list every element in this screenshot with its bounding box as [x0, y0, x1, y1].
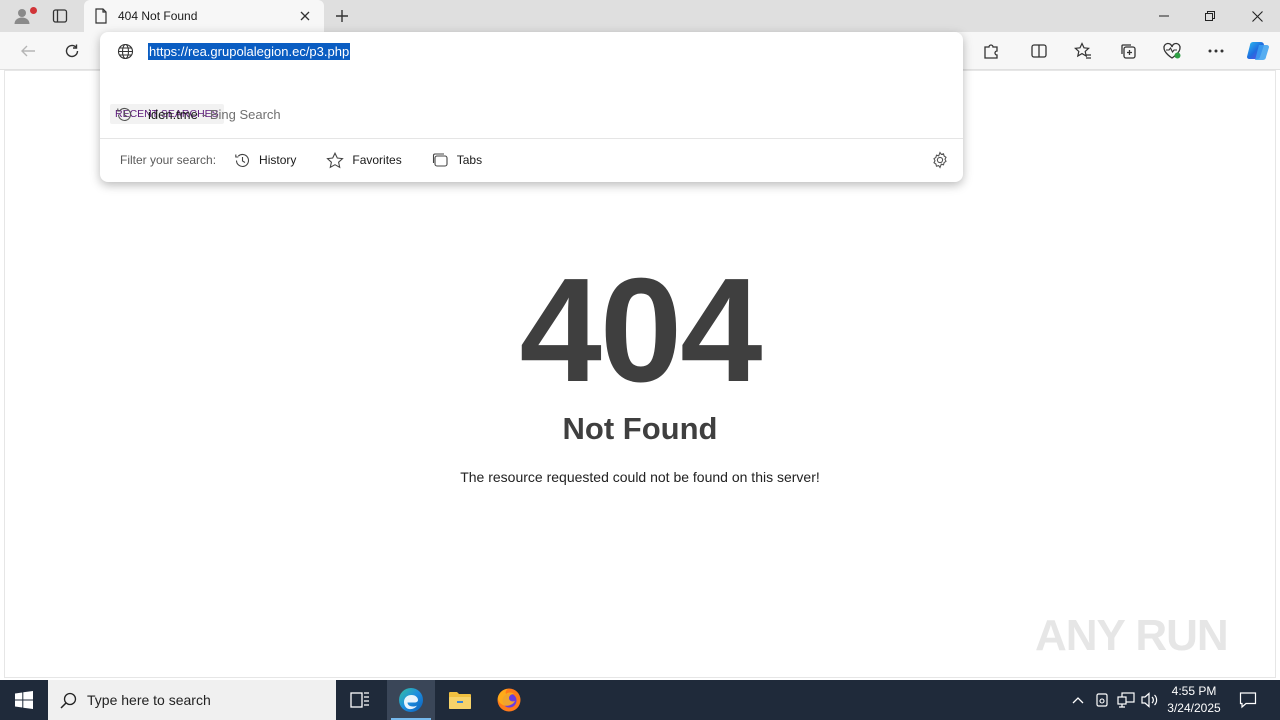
new-tab-button[interactable] [330, 4, 354, 28]
meet-now-tray-button[interactable] [1092, 690, 1112, 710]
search-icon [60, 692, 77, 709]
close-window-icon [1251, 10, 1263, 22]
start-button[interactable] [0, 680, 48, 720]
globe-icon [117, 43, 134, 59]
url-text[interactable]: https://rea.grupolalegion.ec/p3.php [148, 42, 351, 60]
tab-404-not-found[interactable]: 404 Not Found [84, 0, 324, 32]
heartbeat-icon [1163, 42, 1181, 59]
error-heading: Not Found [562, 411, 718, 446]
network-tray-button[interactable] [1116, 690, 1136, 710]
restore-icon [1205, 11, 1215, 21]
windows-logo-icon [15, 691, 33, 709]
device-icon [1096, 693, 1108, 707]
task-view-icon [350, 692, 369, 708]
title-bar: 404 Not Found [0, 0, 1280, 32]
browser-essentials-button[interactable] [1157, 37, 1187, 65]
filter-favorites-label: Favorites [352, 153, 402, 167]
gear-icon [933, 151, 947, 169]
firefox-button[interactable] [485, 680, 533, 720]
extensions-button[interactable] [976, 37, 1006, 65]
firefox-icon [497, 688, 521, 712]
refresh-icon [65, 44, 79, 58]
star-icon [326, 151, 345, 168]
favorites-star-icon [1074, 42, 1091, 59]
network-icon [1117, 692, 1135, 708]
taskbar-search-placeholder: Type here to search [87, 692, 211, 708]
restore-button[interactable] [1187, 0, 1233, 32]
filter-label: Filter your search: [120, 153, 217, 167]
recent-search-source: - Bing Search [201, 106, 281, 122]
filter-favorites-button[interactable]: Favorites [326, 151, 402, 169]
clock-date: 3/24/2025 [1167, 701, 1221, 715]
collections-icon [1121, 44, 1136, 59]
clock-time: 4:55 PM [1171, 684, 1217, 698]
history-icon [235, 153, 250, 167]
copilot-icon [1247, 42, 1269, 60]
filter-row: Filter your search: History Favorites Ta… [100, 139, 963, 181]
refresh-button[interactable] [57, 37, 87, 65]
folder-icon [449, 692, 471, 709]
taskbar: Type here to search 4:55 PM 3/24/2025 [0, 680, 1280, 720]
close-icon [300, 11, 310, 21]
error-code: 404 [519, 248, 763, 413]
recent-search-item[interactable]: iden.tme - Bing Search [100, 102, 963, 126]
minimize-button[interactable] [1141, 0, 1187, 32]
copilot-button[interactable] [1243, 37, 1273, 65]
settings-more-button[interactable] [1201, 37, 1231, 65]
favorites-button[interactable] [1068, 37, 1098, 65]
filter-history-label: History [259, 153, 297, 167]
search-settings-button[interactable] [931, 151, 949, 169]
profile-icon [14, 9, 30, 24]
edge-icon [399, 688, 423, 712]
close-tab-button[interactable] [296, 7, 314, 25]
notification-icon [1239, 692, 1257, 709]
puzzle-icon [984, 44, 998, 59]
system-clock[interactable]: 4:55 PM 3/24/2025 [1164, 683, 1224, 717]
profile-button[interactable] [8, 4, 37, 28]
speaker-icon [1141, 692, 1158, 708]
volume-tray-button[interactable] [1140, 690, 1160, 710]
address-dropdown: https://rea.grupolalegion.ec/p3.php RECE… [100, 32, 963, 182]
split-screen-button[interactable] [1024, 37, 1054, 65]
profile-alert-dot [30, 7, 37, 14]
tabs-icon [432, 152, 448, 167]
back-arrow-icon [21, 45, 35, 57]
watermark-logo: ANY RUN [1035, 611, 1229, 660]
filter-tabs-button[interactable]: Tabs [432, 152, 482, 169]
file-explorer-button[interactable] [436, 680, 484, 720]
chevron-up-icon [1072, 697, 1084, 704]
taskbar-search[interactable]: Type here to search [48, 680, 336, 720]
address-bar[interactable]: https://rea.grupolalegion.ec/p3.php [100, 32, 963, 70]
plus-icon [336, 10, 348, 22]
filter-history-button[interactable]: History [234, 152, 296, 169]
recent-search-text: iden.tme [148, 106, 198, 122]
close-window-button[interactable] [1234, 0, 1280, 32]
tab-actions-icon [52, 9, 68, 23]
notifications-button[interactable] [1236, 688, 1260, 712]
tab-actions-button[interactable] [46, 4, 74, 28]
page-icon [95, 8, 107, 24]
error-message: The resource requested could not be foun… [460, 469, 820, 485]
filter-tabs-label: Tabs [456, 153, 483, 167]
split-screen-icon [1031, 44, 1047, 58]
back-button[interactable] [13, 37, 43, 65]
show-hidden-icons-button[interactable] [1068, 690, 1088, 710]
history-clock-icon [117, 107, 132, 121]
edge-taskbar-button[interactable] [387, 680, 435, 720]
task-view-button[interactable] [336, 680, 384, 720]
collections-button[interactable] [1113, 37, 1143, 65]
minimize-icon [1159, 15, 1169, 17]
more-dots-icon [1208, 49, 1224, 53]
tab-title: 404 Not Found [118, 9, 198, 23]
